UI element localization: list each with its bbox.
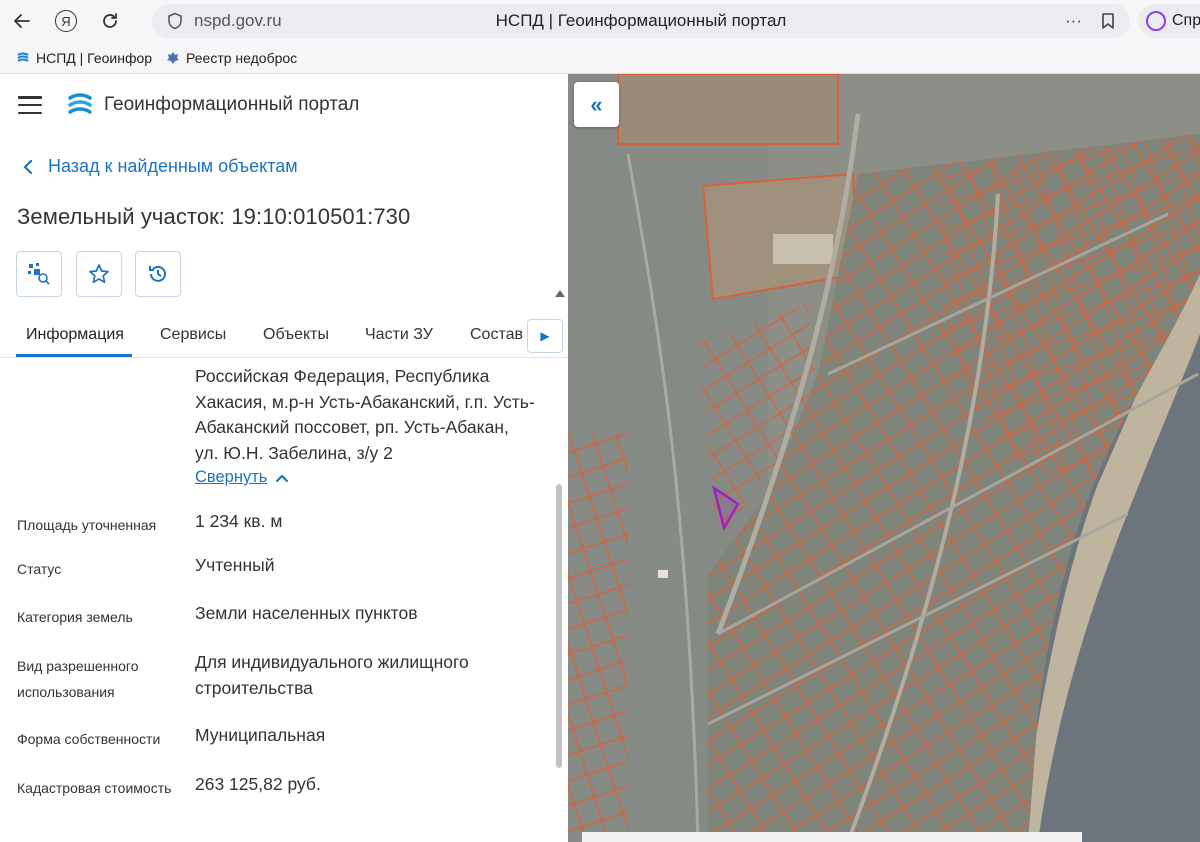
status-label: Статус <box>17 561 62 577</box>
triangle-right-icon: ▶ <box>540 329 550 343</box>
app-title: Геоинформационный портал <box>104 94 360 115</box>
map-view[interactable]: « <box>568 74 1200 842</box>
back-arrow-icon[interactable] <box>0 0 44 42</box>
active-tab-indicator <box>16 354 132 357</box>
app-header: Геоинформационный портал <box>0 74 568 136</box>
back-link-label: Назад к найденным объектам <box>48 156 298 176</box>
alice-label: Спр <box>1172 12 1200 29</box>
map-bottom-bar <box>582 832 1082 842</box>
tab-services[interactable]: Сервисы <box>160 326 226 344</box>
collapse-panel-button[interactable]: « <box>574 82 619 127</box>
collapse-link[interactable]: Свернуть <box>195 468 289 487</box>
shield-icon <box>168 12 182 30</box>
star-icon <box>89 264 109 284</box>
history-button[interactable] <box>135 251 181 297</box>
satellite-map[interactable] <box>568 74 1200 842</box>
tab-bar: Информация Сервисы Объекты Части ЗУ Сост… <box>0 314 568 358</box>
object-panel: Геоинформационный портал Назад к найденн… <box>0 74 568 842</box>
back-to-results-link[interactable]: Назад к найденным объектам <box>22 156 298 177</box>
bookmark-icon[interactable] <box>1100 12 1116 30</box>
alice-icon <box>1146 11 1166 31</box>
yandex-icon[interactable]: Я <box>44 0 88 42</box>
double-chevron-left-icon: « <box>590 91 603 117</box>
tab-information[interactable]: Информация <box>26 326 124 344</box>
cadastral-value: 263 125,82 руб. <box>195 774 321 794</box>
area-label: Площадь уточненная <box>17 517 157 533</box>
nspd-logo-icon <box>17 52 29 62</box>
status-value: Учтенный <box>195 555 275 575</box>
land-category-label: Категория земель <box>17 609 133 625</box>
chevron-up-icon <box>276 474 289 482</box>
scroll-thumb[interactable] <box>556 484 562 768</box>
locate-on-map-button[interactable] <box>16 251 62 297</box>
chevron-left-icon <box>23 159 33 174</box>
address-value: Российская Федерация, Республика Хакасия… <box>195 366 535 463</box>
area-value: 1 234 кв. м <box>195 511 283 531</box>
portal-logo-icon <box>68 93 92 114</box>
address-bar[interactable]: nspd.gov.ru НСПД | Геоинформационный пор… <box>152 4 1130 38</box>
menu-icon[interactable] <box>18 96 42 114</box>
tab-objects[interactable]: Объекты <box>263 326 329 344</box>
bookmark-registry[interactable]: Реестр недоброс <box>166 50 297 66</box>
bookmark-label: НСПД | Геоинфор <box>36 49 153 66</box>
favorite-button[interactable] <box>76 251 122 297</box>
locate-search-icon <box>28 263 50 285</box>
more-icon[interactable]: ··· <box>1065 11 1082 31</box>
scroll-up-arrow-icon[interactable] <box>555 290 565 297</box>
ownership-value: Муниципальная <box>195 725 326 745</box>
bookmark-nspd[interactable]: НСПД | Геоинфор <box>16 50 152 66</box>
tab-composition[interactable]: Состав <box>470 326 523 344</box>
permitted-use-value: Для индивидуального жилищного строительс… <box>195 652 469 698</box>
tab-parts[interactable]: Части ЗУ <box>365 326 433 344</box>
permitted-use-label: Вид разрешенного использования <box>17 658 139 700</box>
object-title: Земельный участок: 19:10:010501:730 <box>17 204 411 229</box>
bookmarks-bar: НСПД | Геоинфор Реестр недоброс <box>0 42 1200 74</box>
emblem-icon <box>167 51 180 64</box>
yandex-label: Я <box>61 13 71 29</box>
land-category-value: Земли населенных пунктов <box>195 603 418 623</box>
cadastral-value-label: Кадастровая стоимость <box>17 780 172 796</box>
reload-icon[interactable] <box>88 0 132 42</box>
ownership-label: Форма собственности <box>17 731 161 747</box>
bookmark-label: Реестр недоброс <box>186 49 298 66</box>
url-text[interactable]: nspd.gov.ru <box>194 11 394 31</box>
info-scrollbar[interactable] <box>554 288 565 768</box>
history-icon <box>149 265 166 282</box>
info-section: Российская Федерация, Республика Хакасия… <box>0 362 552 842</box>
alice-button[interactable]: Спр <box>1138 4 1200 38</box>
collapse-label: Свернуть <box>195 468 268 486</box>
